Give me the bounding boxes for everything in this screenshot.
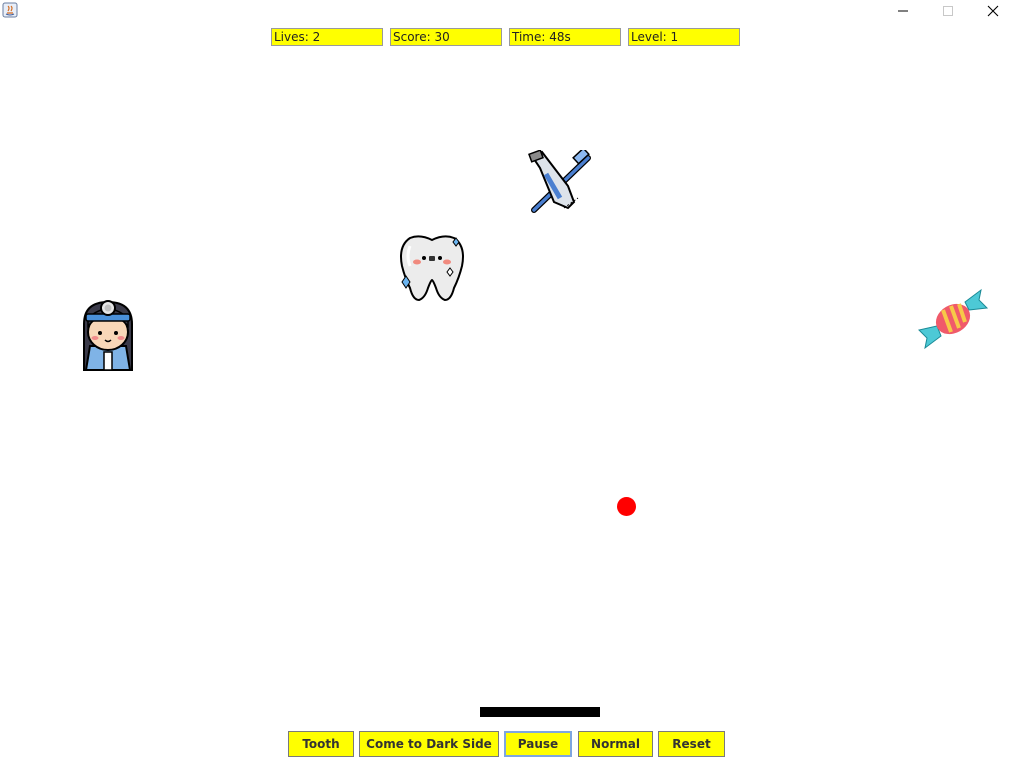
reset-button[interactable]: Reset bbox=[658, 731, 725, 757]
pause-button[interactable]: Pause bbox=[504, 731, 572, 757]
score-label: Score: 30 bbox=[390, 28, 502, 46]
level-label: Level: 1 bbox=[628, 28, 740, 46]
dark-side-button[interactable]: Come to Dark Side bbox=[359, 731, 499, 757]
player-paddle[interactable] bbox=[480, 707, 600, 717]
candy-sprite bbox=[917, 288, 989, 350]
minimize-icon[interactable] bbox=[880, 0, 925, 22]
normal-button[interactable]: Normal bbox=[578, 731, 653, 757]
game-ball bbox=[617, 497, 636, 516]
time-label: Time: 48s bbox=[509, 28, 621, 46]
java-icon[interactable] bbox=[2, 2, 18, 18]
maximize-icon[interactable] bbox=[925, 0, 970, 22]
tooth-sprite bbox=[396, 232, 468, 304]
dentist-sprite bbox=[76, 296, 140, 372]
tooth-button[interactable]: Tooth bbox=[288, 731, 354, 757]
title-bar bbox=[0, 0, 1015, 22]
close-icon[interactable] bbox=[970, 0, 1015, 22]
toothbrush-toothpaste-sprite bbox=[528, 147, 594, 214]
lives-label: Lives: 2 bbox=[271, 28, 383, 46]
